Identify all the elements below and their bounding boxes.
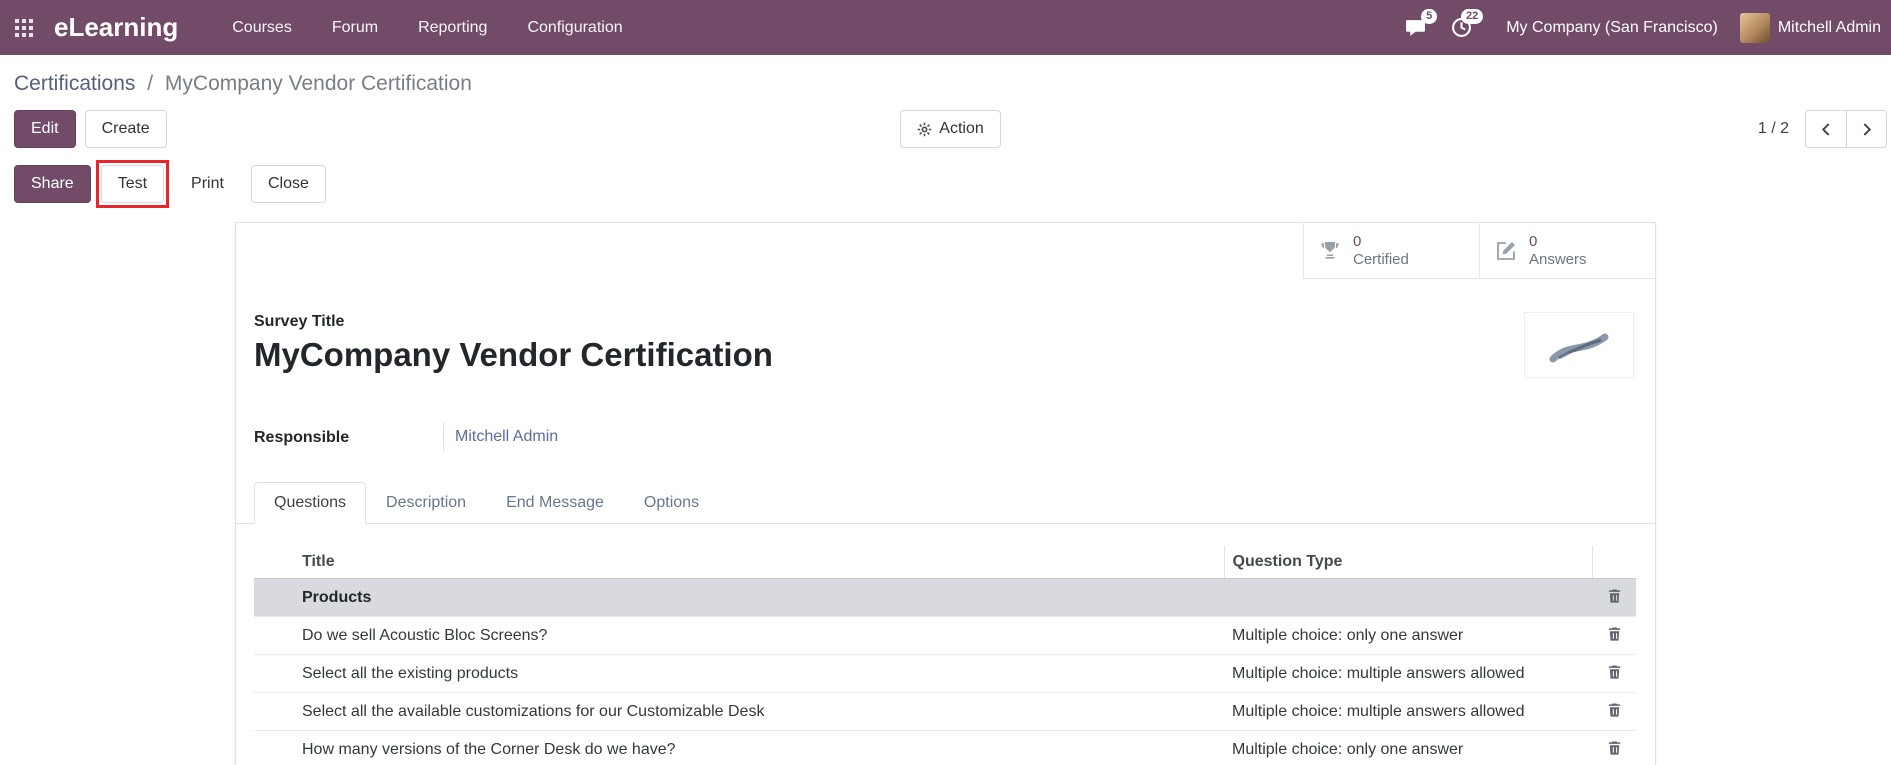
survey-form-sheet: 0 Certified 0 Answers Survey Title MyCom… xyxy=(235,222,1656,765)
certified-stat-button[interactable]: 0 Certified xyxy=(1303,223,1479,279)
survey-title[interactable]: MyCompany Vendor Certification xyxy=(254,335,773,375)
question-type-cell[interactable]: Multiple choice: multiple answers allowe… xyxy=(1224,654,1592,693)
certified-count: 0 xyxy=(1353,232,1362,250)
certified-label: Certified xyxy=(1353,250,1409,268)
survey-image-scribble-icon xyxy=(1549,333,1609,363)
row-drag-handle[interactable] xyxy=(254,616,294,655)
company-switcher[interactable]: My Company (San Francisco) xyxy=(1506,19,1718,37)
breadcrumb: Certifications / MyCompany Vendor Certif… xyxy=(0,55,1891,97)
pencil-square-icon xyxy=(1497,241,1515,260)
table-row-question-3[interactable]: Select all the available customizations … xyxy=(254,692,1636,731)
responsible-field-row: Responsible Mitchell Admin xyxy=(236,422,1655,452)
trophy-icon xyxy=(1321,241,1339,259)
title-column-header[interactable]: Title xyxy=(294,546,1224,579)
questions-table: Title Question Type Products Do we sell … xyxy=(254,546,1636,765)
top-navbar: eLearning Courses Forum Reporting Config… xyxy=(0,0,1891,55)
user-menu[interactable]: Mitchell Admin xyxy=(1739,12,1881,43)
responsible-label: Responsible xyxy=(254,428,350,446)
activities-badge: 22 xyxy=(1460,9,1484,24)
row-drag-handle[interactable] xyxy=(254,730,294,765)
trash-icon xyxy=(1608,741,1620,755)
print-button[interactable]: Print xyxy=(174,165,241,203)
survey-title-label: Survey Title xyxy=(254,313,345,330)
chevron-right-icon xyxy=(1863,122,1872,136)
pager-next-button[interactable] xyxy=(1846,110,1887,148)
survey-image[interactable] xyxy=(1524,312,1634,378)
trash-icon xyxy=(1608,627,1620,641)
create-button[interactable]: Create xyxy=(84,110,167,148)
delete-row-button[interactable] xyxy=(1605,700,1624,720)
messages-badge: 5 xyxy=(1421,9,1438,24)
section-type-cell[interactable] xyxy=(1224,578,1592,617)
action-label: Action xyxy=(939,120,984,137)
breadcrumb-certifications-link[interactable]: Certifications xyxy=(14,72,135,95)
notebook-tabs: Questions Description End Message Option… xyxy=(236,482,1655,524)
apps-menu-button[interactable] xyxy=(0,0,48,55)
test-button[interactable]: Test xyxy=(100,165,165,203)
share-button[interactable]: Share xyxy=(14,165,91,203)
answers-label: Answers xyxy=(1529,250,1587,268)
table-row-section-products[interactable]: Products xyxy=(254,578,1636,617)
row-drag-handle[interactable] xyxy=(254,654,294,693)
menu-configuration[interactable]: Configuration xyxy=(507,0,642,55)
close-button[interactable]: Close xyxy=(250,165,326,203)
test-button-wrapper: Test xyxy=(95,160,170,208)
tab-end-message[interactable]: End Message xyxy=(486,482,624,524)
status-button-row: Share Test Print Close xyxy=(0,148,1891,208)
pager-previous-button[interactable] xyxy=(1805,110,1846,148)
handle-column-header xyxy=(254,546,294,579)
question-type-cell[interactable]: Multiple choice: multiple answers allowe… xyxy=(1224,692,1592,731)
row-drag-handle[interactable] xyxy=(254,578,294,617)
tab-description[interactable]: Description xyxy=(366,482,486,524)
gear-icon xyxy=(918,122,932,136)
trash-icon xyxy=(1608,703,1620,717)
apps-grid-icon xyxy=(15,18,33,37)
trash-icon xyxy=(1608,665,1620,679)
answers-count: 0 xyxy=(1529,232,1538,250)
delete-row-button[interactable] xyxy=(1605,738,1624,758)
tab-options[interactable]: Options xyxy=(624,482,719,524)
trash-icon xyxy=(1608,589,1620,603)
section-title-cell[interactable]: Products xyxy=(294,578,1224,617)
activities-systray-button[interactable]: 22 xyxy=(1438,0,1484,55)
row-drag-handle[interactable] xyxy=(254,692,294,731)
stat-button-box: 0 Certified 0 Answers xyxy=(236,223,1655,279)
app-brand[interactable]: eLearning xyxy=(54,12,178,43)
user-avatar xyxy=(1739,12,1770,43)
edit-button[interactable]: Edit xyxy=(14,110,76,148)
breadcrumb-current: MyCompany Vendor Certification xyxy=(164,72,472,95)
pager xyxy=(1805,110,1887,148)
action-menu-button[interactable]: Action xyxy=(900,110,1001,148)
chevron-left-icon xyxy=(1821,122,1829,136)
question-title-cell[interactable]: Select all the available customizations … xyxy=(294,692,1224,731)
messages-systray-button[interactable]: 5 xyxy=(1392,0,1438,55)
table-row-question-4[interactable]: How many versions of the Corner Desk do … xyxy=(254,730,1636,765)
menu-courses[interactable]: Courses xyxy=(212,0,312,55)
table-header-row: Title Question Type xyxy=(254,546,1636,579)
user-name: Mitchell Admin xyxy=(1777,18,1881,36)
question-title-cell[interactable]: How many versions of the Corner Desk do … xyxy=(294,730,1224,765)
responsible-value-link[interactable]: Mitchell Admin xyxy=(455,428,558,446)
table-row-question-1[interactable]: Do we sell Acoustic Bloc Screens? Multip… xyxy=(254,616,1636,655)
type-column-header[interactable]: Question Type xyxy=(1223,546,1592,579)
actions-column-header xyxy=(1591,546,1636,579)
delete-row-button[interactable] xyxy=(1605,586,1624,606)
question-title-cell[interactable]: Select all the existing products xyxy=(294,654,1224,693)
table-row-question-2[interactable]: Select all the existing products Multipl… xyxy=(254,654,1636,693)
breadcrumb-separator: / xyxy=(147,72,154,95)
question-type-cell[interactable]: Multiple choice: only one answer xyxy=(1224,730,1592,765)
answers-stat-button[interactable]: 0 Answers xyxy=(1479,223,1655,279)
delete-row-button[interactable] xyxy=(1605,624,1624,644)
question-type-cell[interactable]: Multiple choice: only one answer xyxy=(1224,616,1592,655)
pager-value: 1 / 2 xyxy=(1757,120,1789,137)
delete-row-button[interactable] xyxy=(1605,662,1624,682)
tab-questions[interactable]: Questions xyxy=(254,482,367,524)
question-title-cell[interactable]: Do we sell Acoustic Bloc Screens? xyxy=(294,616,1224,655)
menu-reporting[interactable]: Reporting xyxy=(398,0,507,55)
control-panel: Certifications / MyCompany Vendor Certif… xyxy=(0,55,1891,208)
menu-forum[interactable]: Forum xyxy=(312,0,398,55)
